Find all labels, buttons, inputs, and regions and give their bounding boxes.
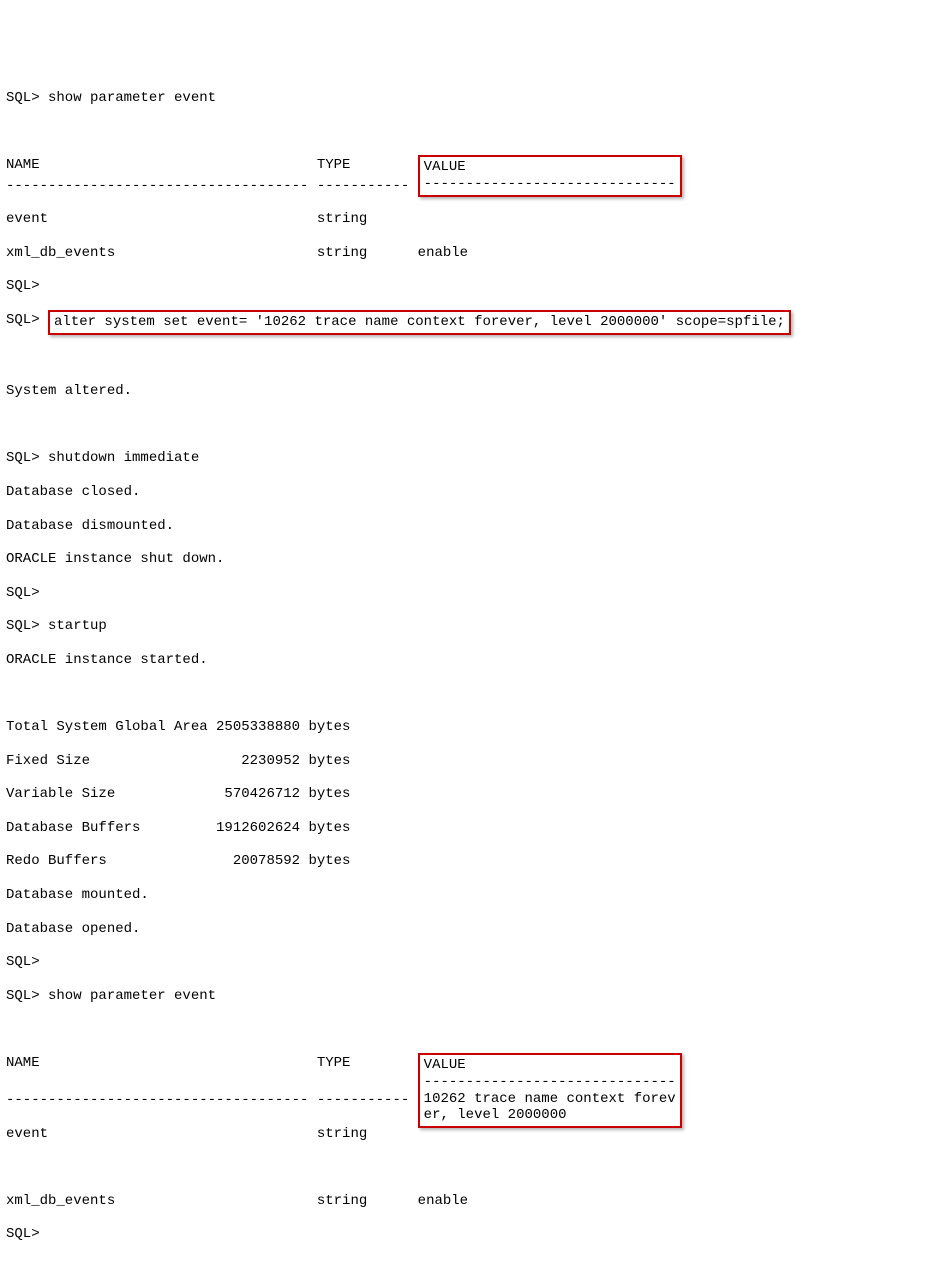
prompt-empty: SQL> bbox=[6, 1226, 944, 1243]
col-value-sep-2: ------------------------------ bbox=[424, 1074, 676, 1090]
blank-line bbox=[6, 1021, 944, 1038]
db-opened: Database opened. bbox=[6, 921, 944, 938]
inst-down: ORACLE instance shut down. bbox=[6, 551, 944, 568]
highlight-value-block-2: VALUE ------------------------------ 102… bbox=[418, 1053, 682, 1128]
data-row-xml-2: xml_db_events string enable bbox=[6, 1193, 944, 1210]
blank-line bbox=[6, 685, 944, 702]
blank-line bbox=[6, 350, 944, 367]
event-left-2b bbox=[6, 1159, 418, 1176]
data-row-xml-1: xml_db_events string enable bbox=[6, 245, 944, 262]
header-row-2: NAME TYPE VALUE ------------------------… bbox=[6, 1055, 944, 1126]
db-mounted: Database mounted. bbox=[6, 887, 944, 904]
blank-line bbox=[6, 417, 944, 434]
db-dismounted: Database dismounted. bbox=[6, 518, 944, 535]
db-closed: Database closed. bbox=[6, 484, 944, 501]
buffers-line: Database Buffers 1912602624 bytes bbox=[6, 820, 944, 837]
sga-line: Total System Global Area 2505338880 byte… bbox=[6, 719, 944, 736]
alter-cmd-text: alter system set event= '10262 trace nam… bbox=[54, 314, 785, 330]
prompt-empty: SQL> bbox=[6, 585, 944, 602]
prompt-empty: SQL> bbox=[6, 954, 944, 971]
system-altered: System altered. bbox=[6, 383, 944, 400]
value-line2: er, level 2000000 bbox=[424, 1107, 567, 1123]
terminal-output: SQL> show parameter event NAME TYPE VALU… bbox=[6, 73, 944, 1260]
shutdown-line: SQL> shutdown immediate bbox=[6, 450, 944, 467]
prompt-empty: SQL> bbox=[6, 278, 944, 295]
col-value-sep: ------------------------------ bbox=[424, 176, 676, 192]
redo-line: Redo Buffers 20078592 bytes bbox=[6, 853, 944, 870]
highlight-alter-cmd: alter system set event= '10262 trace nam… bbox=[48, 310, 791, 335]
fixed-size-line: Fixed Size 2230952 bytes bbox=[6, 753, 944, 770]
sep-left-2: ------------------------------------ ---… bbox=[6, 1092, 418, 1109]
prompt-sql: SQL> bbox=[6, 312, 48, 329]
col-name-type: NAME TYPE bbox=[6, 157, 418, 174]
highlight-value-header-1: VALUE ------------------------------ bbox=[418, 155, 682, 197]
data-row-event-1: event string bbox=[6, 211, 944, 228]
sep-left: ------------------------------------ ---… bbox=[6, 178, 418, 195]
value-line1: 10262 trace name context forev bbox=[424, 1091, 676, 1107]
inst-started: ORACLE instance started. bbox=[6, 652, 944, 669]
show-param-2: SQL> show parameter event bbox=[6, 988, 944, 1005]
startup-line: SQL> startup bbox=[6, 618, 944, 635]
blank-line bbox=[6, 124, 944, 141]
var-size-line: Variable Size 570426712 bytes bbox=[6, 786, 944, 803]
col-name-type-2: NAME TYPE bbox=[6, 1055, 418, 1072]
alter-cmd-row: SQL> alter system set event= '10262 trac… bbox=[6, 312, 944, 333]
prompt-line: SQL> show parameter event bbox=[6, 90, 944, 107]
event-left-2: event string bbox=[6, 1126, 418, 1143]
data-row-event-2b bbox=[6, 1159, 944, 1176]
col-value-2: VALUE bbox=[424, 1057, 466, 1073]
col-value: VALUE bbox=[424, 159, 466, 175]
event-left: event string bbox=[6, 211, 418, 228]
